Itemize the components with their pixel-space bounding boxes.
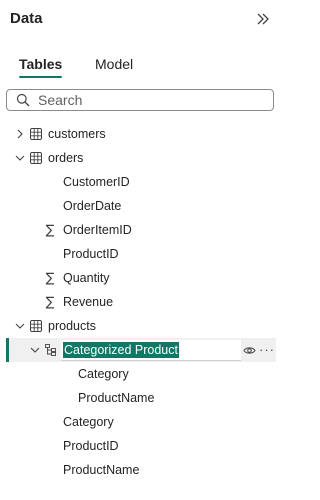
field-item[interactable]: ProductID (0, 242, 280, 266)
table-name: orders (48, 151, 84, 165)
hierarchy-icon (45, 344, 56, 356)
pane-tabs: Tables Model (10, 56, 270, 82)
collapse-pane-button[interactable] (254, 10, 272, 28)
field-label: ProductID (63, 247, 119, 261)
level-label: Category (78, 367, 129, 381)
field-label: OrderDate (63, 199, 122, 213)
level-label: ProductName (78, 391, 155, 405)
data-pane: Data Tables Model customers (0, 0, 280, 500)
more-options-button[interactable]: ··· (259, 342, 275, 357)
hierarchy-name-selected-text[interactable]: Categorized Product (63, 342, 179, 358)
tree-node-hierarchy[interactable]: Categorized Product ··· (0, 338, 280, 362)
field-label: Quantity (63, 271, 110, 285)
sigma-icon: ∑ (45, 270, 55, 286)
ellipsis-icon: ··· (259, 342, 275, 357)
tree-node-products[interactable]: products (0, 314, 280, 338)
sigma-icon: ∑ (45, 294, 55, 310)
field-item[interactable]: ∑ Quantity (0, 266, 280, 290)
field-label: Category (63, 415, 114, 429)
hierarchy-level-item[interactable]: Category (0, 362, 280, 386)
tree-node-orders[interactable]: orders (0, 146, 280, 170)
field-item[interactable]: Category (0, 410, 280, 434)
chevron-down-icon[interactable] (15, 153, 25, 163)
chevron-right-icon[interactable] (15, 129, 25, 139)
sigma-icon: ∑ (45, 222, 55, 238)
selection-indicator (6, 338, 9, 362)
search-box[interactable] (6, 89, 274, 111)
hierarchy-level-item[interactable]: ProductName (0, 386, 280, 410)
field-label: CustomerID (63, 175, 130, 189)
search-input[interactable] (38, 92, 258, 108)
field-label: OrderItemID (63, 223, 132, 237)
search-icon (16, 93, 30, 107)
field-item[interactable]: OrderDate (0, 194, 280, 218)
table-icon (30, 152, 42, 164)
tab-tables[interactable]: Tables (19, 56, 63, 78)
pane-title: Data (10, 10, 43, 27)
table-icon (30, 128, 42, 140)
double-chevron-right-icon (257, 13, 269, 25)
pane-header: Data (0, 0, 280, 40)
field-label: ProductName (63, 463, 140, 477)
tab-model[interactable]: Model (95, 56, 133, 78)
field-item[interactable]: ProductID (0, 434, 280, 458)
tree-node-customers[interactable]: customers (0, 122, 280, 146)
chevron-down-icon[interactable] (30, 345, 40, 355)
eye-icon (242, 346, 256, 354)
field-item[interactable]: CustomerID (0, 170, 280, 194)
field-item[interactable]: ∑ Revenue (0, 290, 280, 314)
table-icon (30, 320, 42, 332)
field-item[interactable]: ∑ OrderItemID (0, 218, 280, 242)
table-name: products (48, 319, 96, 333)
field-label: ProductID (63, 439, 119, 453)
chevron-down-icon[interactable] (15, 321, 25, 331)
field-label: Revenue (63, 295, 114, 309)
table-name: customers (48, 127, 106, 141)
visibility-button[interactable] (242, 343, 256, 357)
field-item[interactable]: ProductName (0, 458, 280, 482)
row-actions: ··· (242, 343, 274, 357)
